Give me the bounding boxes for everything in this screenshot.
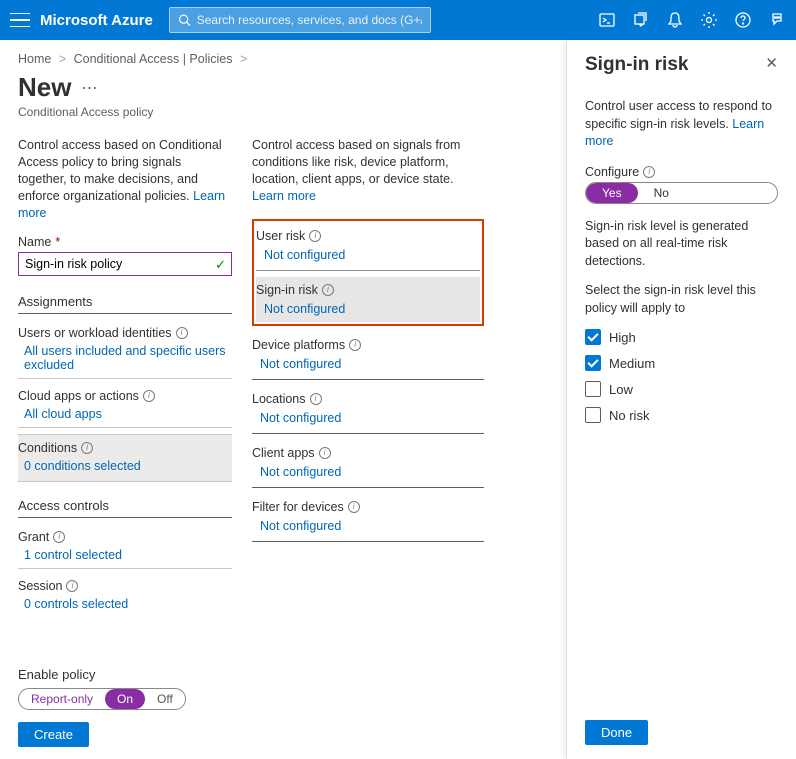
locations-item[interactable]: Locations Not configured bbox=[252, 386, 484, 434]
check-icon: ✓ bbox=[215, 257, 226, 273]
info-icon bbox=[309, 230, 321, 242]
grant-value[interactable]: 1 control selected bbox=[18, 548, 232, 562]
checkbox-icon bbox=[585, 407, 601, 423]
close-icon[interactable]: ✕ bbox=[765, 54, 778, 72]
checkbox-icon bbox=[585, 355, 601, 371]
info-icon bbox=[349, 339, 361, 351]
more-actions-icon[interactable]: ⋯ bbox=[81, 78, 97, 98]
footer-area: Enable policy Report-only On Off Create bbox=[18, 667, 548, 759]
conditions-item[interactable]: Conditions 0 conditions selected bbox=[18, 434, 232, 482]
checkbox-icon bbox=[585, 381, 601, 397]
column-conditions: Control access based on signals from con… bbox=[252, 137, 484, 667]
signin-risk-item[interactable]: Sign-in risk Not configured bbox=[256, 277, 480, 322]
brand-label: Microsoft Azure bbox=[40, 12, 153, 29]
signin-risk-panel: Sign-in risk ✕ Control user access to re… bbox=[566, 40, 796, 759]
user-risk-value[interactable]: Not configured bbox=[256, 248, 480, 262]
name-field-label: Name * bbox=[18, 235, 232, 249]
configure-toggle[interactable]: Yes No bbox=[585, 182, 778, 204]
access-controls-heading: Access controls bbox=[18, 498, 232, 518]
intro-text-a: Control access based on Conditional Acce… bbox=[18, 137, 232, 221]
info-icon bbox=[176, 327, 188, 339]
locations-value[interactable]: Not configured bbox=[252, 411, 484, 425]
search-icon bbox=[178, 13, 191, 27]
header-icons bbox=[598, 11, 786, 29]
policy-name-input[interactable] bbox=[18, 252, 232, 276]
checkbox-medium[interactable]: Medium bbox=[585, 355, 778, 371]
breadcrumb-home[interactable]: Home bbox=[18, 52, 51, 66]
session-value[interactable]: 0 controls selected bbox=[18, 597, 232, 611]
info-icon bbox=[66, 580, 78, 592]
info-icon bbox=[310, 393, 322, 405]
users-workload-item[interactable]: Users or workload identities All users i… bbox=[18, 322, 232, 379]
info-icon bbox=[143, 390, 155, 402]
toggle-no[interactable]: No bbox=[638, 183, 685, 203]
toggle-report-only[interactable]: Report-only bbox=[19, 689, 105, 709]
info-icon bbox=[348, 501, 360, 513]
intro-text-b: Control access based on signals from con… bbox=[252, 137, 484, 205]
feedback-icon[interactable] bbox=[768, 11, 786, 29]
info-icon bbox=[322, 284, 334, 296]
cloud-apps-item[interactable]: Cloud apps or actions All cloud apps bbox=[18, 385, 232, 428]
column-assignments: Control access based on Conditional Acce… bbox=[18, 137, 232, 667]
create-button[interactable]: Create bbox=[18, 722, 89, 747]
help-icon[interactable] bbox=[734, 11, 752, 29]
filter-devices-item[interactable]: Filter for devices Not configured bbox=[252, 494, 484, 542]
info-icon bbox=[643, 166, 655, 178]
notifications-icon[interactable] bbox=[666, 11, 684, 29]
signin-risk-value[interactable]: Not configured bbox=[256, 302, 480, 316]
checkbox-norisk[interactable]: No risk bbox=[585, 407, 778, 423]
breadcrumb-parent[interactable]: Conditional Access | Policies bbox=[74, 52, 233, 66]
checkbox-high[interactable]: High bbox=[585, 329, 778, 345]
page-subtitle: Conditional Access policy bbox=[18, 105, 548, 119]
checkbox-icon bbox=[585, 329, 601, 345]
hamburger-menu-icon[interactable] bbox=[10, 10, 30, 30]
panel-description: Control user access to respond to specif… bbox=[585, 98, 778, 151]
settings-gear-icon[interactable] bbox=[700, 11, 718, 29]
done-button[interactable]: Done bbox=[585, 720, 648, 745]
toggle-yes[interactable]: Yes bbox=[586, 183, 638, 203]
toggle-off[interactable]: Off bbox=[145, 689, 185, 709]
enable-policy-label: Enable policy bbox=[18, 667, 548, 682]
cloud-shell-icon[interactable] bbox=[598, 11, 616, 29]
info-icon bbox=[53, 531, 65, 543]
client-apps-item[interactable]: Client apps Not configured bbox=[252, 440, 484, 488]
cloud-value[interactable]: All cloud apps bbox=[18, 407, 232, 421]
search-box[interactable] bbox=[169, 7, 431, 33]
learn-more-link[interactable]: Learn more bbox=[252, 189, 316, 203]
top-header: Microsoft Azure bbox=[0, 0, 796, 40]
search-input[interactable] bbox=[197, 13, 422, 27]
info-icon bbox=[319, 447, 331, 459]
directories-icon[interactable] bbox=[632, 11, 650, 29]
info-icon bbox=[81, 442, 93, 454]
device-value[interactable]: Not configured bbox=[252, 357, 484, 371]
panel-text-detections: Sign-in risk level is generated based on… bbox=[585, 218, 778, 271]
filter-value[interactable]: Not configured bbox=[252, 519, 484, 533]
users-value[interactable]: All users included and specific users ex… bbox=[18, 344, 232, 372]
panel-title: Sign-in risk bbox=[585, 54, 688, 76]
conditions-value[interactable]: 0 conditions selected bbox=[18, 459, 232, 473]
checkbox-low[interactable]: Low bbox=[585, 381, 778, 397]
grant-item[interactable]: Grant 1 control selected bbox=[18, 526, 232, 569]
enable-policy-toggle[interactable]: Report-only On Off bbox=[18, 688, 186, 710]
assignments-heading: Assignments bbox=[18, 294, 232, 314]
configure-label: Configure bbox=[585, 165, 778, 179]
device-platforms-item[interactable]: Device platforms Not configured bbox=[252, 332, 484, 380]
breadcrumb: Home > Conditional Access | Policies > bbox=[18, 52, 548, 66]
highlight-box: User risk Not configured Sign-in risk No… bbox=[252, 219, 484, 326]
client-value[interactable]: Not configured bbox=[252, 465, 484, 479]
user-risk-item[interactable]: User risk Not configured bbox=[256, 223, 480, 271]
session-item[interactable]: Session 0 controls selected bbox=[18, 575, 232, 617]
page-title: New bbox=[18, 72, 71, 103]
toggle-on[interactable]: On bbox=[105, 689, 145, 709]
panel-text-select: Select the sign-in risk level this polic… bbox=[585, 282, 778, 317]
